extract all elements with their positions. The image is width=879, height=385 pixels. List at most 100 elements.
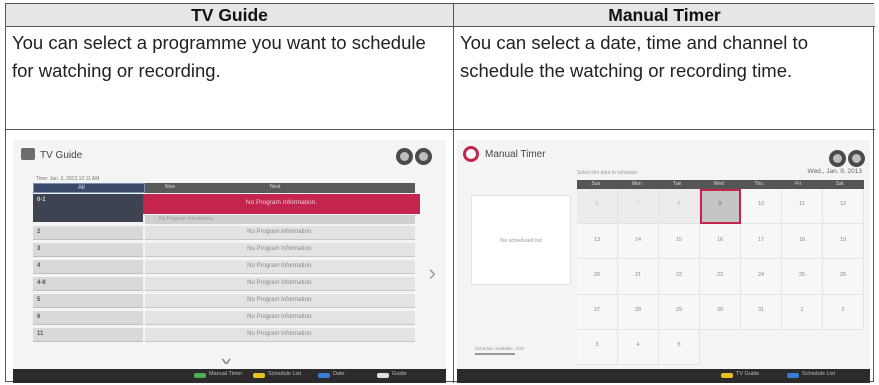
day-number: 24 [757,271,765,278]
yellow-key-icon [253,373,265,378]
day-number: 14 [634,236,642,243]
calendar-day[interactable]: 31 [741,294,782,330]
manual-timer-link[interactable]: Manual Timer [209,371,242,377]
program-sub-row: No Program Information. [145,215,415,224]
day-number: 15 [675,236,683,243]
schedule-list-link[interactable]: Schedule List [268,371,301,377]
white-key-icon [377,373,389,378]
tv-guide-link[interactable]: TV Guide [736,371,759,377]
weekday-label: Fri [795,181,801,187]
calendar-day[interactable]: 29 [659,294,700,330]
manual-timer-description: You can select a date, time and channel … [454,27,875,130]
calendar-day[interactable]: 16 [700,224,741,260]
channel-row[interactable]: 3 [33,243,143,257]
channel-filter-tab[interactable]: All [33,183,145,193]
calendar-day[interactable]: 3 [577,329,618,365]
calendar-day[interactable]: 28 [618,294,659,330]
calendar-day[interactable]: 1 [782,294,823,330]
yellow-key-icon [721,373,733,378]
calendar-day[interactable]: 30 [700,294,741,330]
day-number: 17 [757,236,765,243]
day-number: 5 [677,342,681,349]
calendar-day[interactable]: 12 [823,189,864,225]
tv-guide-icon [21,148,35,160]
calendar-day[interactable]: 17 [741,224,782,260]
program-title: No Program Information. [247,280,313,286]
tv-guide-screen-title: TV Guide [40,150,83,161]
channel-number: 3 [37,246,41,252]
selected-date: Wed., Jan. 9, 2013 [807,168,862,175]
weekday-header: Sun Mon Tue Wed Thu Fri Sat [577,180,864,189]
chevron-right-icon[interactable]: › [429,260,436,286]
program-row[interactable]: No Program Information. [145,243,415,257]
calendar-day[interactable]: 5 [659,329,700,365]
back-icon[interactable] [829,150,846,167]
calendar-day[interactable]: 2 [823,294,864,330]
channel-number: 2 [37,229,41,235]
calendar-day[interactable]: 6 [577,189,618,225]
calendar-day[interactable]: 19 [823,224,864,260]
calendar-day[interactable]: 7 [618,189,659,225]
chevron-down-icon[interactable]: ∨ [219,356,234,367]
channel-row[interactable]: 11 [33,328,143,342]
schedule-slider[interactable] [475,353,515,355]
program-selected[interactable]: No Program Information. [143,194,420,214]
channel-number: 5 [37,297,41,303]
tv-guide-screenshot-cell: TV Guide Time: Jan. 3, 2013 12:11 AM All… [6,130,454,383]
day-number: 27 [593,306,601,313]
blue-key-icon [787,373,799,378]
channel-row[interactable]: 5 [33,294,143,308]
calendar-day[interactable]: 14 [618,224,659,260]
calendar-day-selected[interactable]: 9 [700,189,741,225]
calendar-day[interactable]: 25 [782,259,823,295]
calendar-day[interactable]: 27 [577,294,618,330]
program-row[interactable]: No Program Information. [145,260,415,274]
calendar-day[interactable]: 23 [700,259,741,295]
calendar-day[interactable]: 10 [741,189,782,225]
back-icon[interactable] [396,148,413,165]
channel-row[interactable]: 2 [33,226,143,240]
day-number: 7 [636,201,640,208]
program-row[interactable]: No Program Information. [145,277,415,291]
day-number: 22 [675,271,683,278]
calendar-day[interactable]: 21 [618,259,659,295]
channel-row-selected[interactable]: 0-1 [33,194,143,222]
manual-timer-screenshot: Manual Timer No scheduled list Select th… [457,140,870,383]
channel-row[interactable]: 4-8 [33,277,143,291]
day-number: 9 [718,201,722,208]
manual-timer-header: Manual Timer [454,4,875,27]
program-row[interactable]: No Program Information. [145,328,415,342]
calendar-day[interactable]: 13 [577,224,618,260]
calendar-day[interactable]: 26 [823,259,864,295]
channel-row[interactable]: 4 [33,260,143,274]
day-number: 2 [841,306,845,313]
calendar-day[interactable]: 4 [618,329,659,365]
weekday-label: Mon [632,181,642,187]
day-number: 8 [677,201,681,208]
calendar-grid: 6 7 8 9 10 11 12 13 14 15 16 17 18 19 20 21 22 23 24 25 26 27… [577,189,864,365]
calendar-day[interactable]: 15 [659,224,700,260]
calendar-day[interactable]: 24 [741,259,782,295]
close-icon[interactable] [415,148,432,165]
close-icon[interactable] [848,150,865,167]
program-row[interactable]: No Program Information. [145,226,415,240]
calendar-day[interactable]: 8 [659,189,700,225]
channel-row[interactable]: 6 [33,311,143,325]
clock-icon [463,146,479,162]
guide-link[interactable]: Guide [392,371,407,377]
calendar-day[interactable]: 11 [782,189,823,225]
program-row[interactable]: No Program Information. [145,294,415,308]
day-number: 19 [839,236,847,243]
day-number: 28 [634,306,642,313]
calendar-day[interactable]: 22 [659,259,700,295]
weekday-label: Wed [713,181,724,187]
program-title: No Program Information. [247,263,313,269]
program-row[interactable]: No Program Information. [145,311,415,325]
green-key-icon [194,373,206,378]
calendar-day[interactable]: 18 [782,224,823,260]
channel-number: 4 [37,263,41,269]
date-link[interactable]: Date [333,371,345,377]
calendar-day[interactable]: 20 [577,259,618,295]
program-title: No Program Information. [247,314,313,320]
schedule-list-link[interactable]: Schedule List [802,371,835,377]
